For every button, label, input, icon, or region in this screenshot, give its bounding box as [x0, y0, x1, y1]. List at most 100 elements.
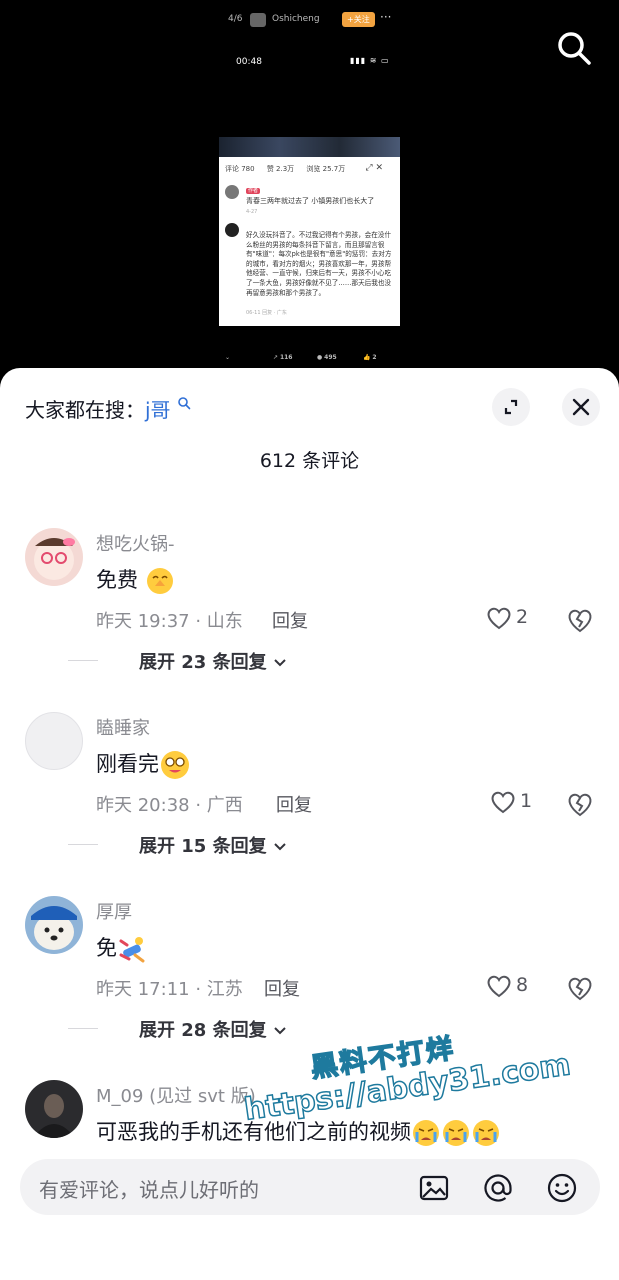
comment-input-placeholder: 有爱评论，说点儿好听的 [39, 1178, 259, 1202]
expand-replies-label: 展开 28 条回复 [139, 1020, 267, 1041]
search-hint-keyword[interactable]: j哥 [145, 398, 171, 422]
dizzy-face-emoji-icon [161, 751, 189, 779]
comment-item: 厚厚 免 昨天 17:11 · 江苏 回复 8 展开 28 条回复 [0, 896, 619, 1066]
comment-meta: 昨天 19:37 · 山东 [96, 611, 243, 632]
follow-button: +关注 [342, 12, 375, 27]
like-button[interactable]: 8 [486, 972, 546, 1002]
search-icon [178, 397, 191, 410]
expand-replies-label: 展开 15 条回复 [139, 836, 267, 857]
divider [68, 1028, 98, 1029]
comment-input[interactable]: 有爱评论，说点儿好听的 [20, 1159, 600, 1215]
avatar[interactable] [25, 528, 83, 586]
embedded-comment-1-date: 4-27 [246, 209, 258, 215]
dislike-button[interactable] [566, 974, 594, 1002]
crying-emoji-icon [443, 1120, 469, 1146]
emoji-button[interactable] [546, 1172, 578, 1204]
dislike-button[interactable] [566, 606, 594, 634]
embedded-comment-count: ● 495 [317, 354, 337, 361]
embedded-close-icon: ⤢ ✕ [365, 163, 383, 173]
embedded-comment-card: 评论 780 赞 2.3万 浏览 25.7万 ⤢ ✕ 作者 青春三两年就过去了 … [219, 157, 400, 326]
image-button[interactable] [418, 1172, 450, 1204]
embedded-comment-1: 作者 青春三两年就过去了 小镇男孩们也长大了 4-27 [246, 185, 396, 217]
expand-replies-button[interactable]: 展开 23 条回复 [68, 648, 287, 674]
embedded-tab-comments: 评论 780 [225, 165, 255, 173]
more-icon: ··· [380, 10, 392, 24]
like-count: 8 [516, 974, 529, 996]
heart-icon [487, 607, 511, 630]
dislike-button[interactable] [566, 790, 594, 818]
chevron-down-icon [274, 659, 286, 667]
video-player[interactable]: 4/6 Oshicheng +关注 ··· 00:48 ▮▮▮ ≋ ▭ 评论 7… [0, 0, 619, 380]
comment-count-title: 612 条评论 [259, 450, 360, 472]
embedded-comment-2-foot: 06-11 回复 · 广东 [246, 310, 287, 316]
comment-meta: 昨天 20:38 · 广西 [96, 795, 243, 816]
expand-replies-button[interactable]: 展开 28 条回复 [68, 1016, 287, 1042]
photo-index: 4/6 [228, 14, 243, 24]
comment-text: 免费 [96, 564, 175, 596]
running-emoji-icon [119, 937, 145, 963]
embedded-tab-likes: 赞 2.3万 [266, 165, 295, 173]
embedded-avatar-2 [225, 223, 239, 237]
author-username: Oshicheng [272, 14, 320, 24]
like-button[interactable]: 2 [486, 604, 546, 634]
expand-replies-button[interactable]: 展开 15 条回复 [68, 832, 287, 858]
search-hint-prefix: 大家都在搜： [25, 398, 145, 422]
embedded-tab-views: 浏览 25.7万 [306, 165, 346, 173]
broken-heart-icon [568, 609, 592, 633]
pray-emoji-icon [146, 568, 173, 594]
crying-emoji-icon [413, 1120, 439, 1146]
embedded-status-bar: 00:48 ▮▮▮ ≋ ▭ [220, 55, 400, 71]
comment-text: 可恶我的手机还有他们之前的视频 [96, 1116, 501, 1148]
comment-text: 刚看完 [96, 748, 191, 781]
expand-button[interactable] [492, 388, 530, 426]
broken-heart-icon [568, 977, 592, 1001]
reply-button[interactable]: 回复 [276, 791, 312, 817]
reply-button[interactable]: 回复 [264, 975, 300, 1001]
broken-heart-icon [568, 793, 592, 817]
embedded-like-count: 👍 2 [363, 354, 377, 361]
avatar[interactable] [25, 712, 83, 770]
crying-emoji-icon [473, 1120, 499, 1146]
comment-text: 免 [96, 932, 149, 965]
embedded-card-header: 评论 780 赞 2.3万 浏览 25.7万 ⤢ ✕ [225, 163, 395, 174]
comment-meta: 昨天 17:11 · 江苏 [96, 979, 243, 1000]
search-icon [558, 32, 591, 65]
comment-username[interactable]: 瞌睡家 [96, 714, 150, 740]
close-button[interactable] [562, 388, 600, 426]
divider [68, 844, 98, 845]
expand-icon [504, 399, 518, 415]
at-icon [484, 1174, 512, 1202]
heart-icon [487, 975, 511, 998]
embedded-phone-topbar: 4/6 Oshicheng +关注 ··· [220, 10, 400, 30]
reply-button[interactable]: 回复 [272, 607, 308, 633]
mention-button[interactable] [482, 1172, 514, 1204]
expand-replies-label: 展开 23 条回复 [139, 652, 267, 673]
avatar[interactable] [25, 896, 83, 954]
embedded-bottom-bar: ⌄ ↗ 116 ● 495 👍 2 [219, 348, 400, 366]
search-button[interactable] [554, 28, 594, 68]
image-icon [419, 1175, 449, 1201]
embedded-share-count: ↗ 116 [273, 354, 293, 361]
embedded-photo-strip [219, 137, 400, 157]
status-time: 00:48 [236, 57, 262, 67]
author-tag: 作者 [246, 188, 261, 194]
chevron-down-icon [274, 1027, 286, 1035]
heart-icon [491, 791, 515, 814]
comment-username[interactable]: 厚厚 [96, 898, 132, 924]
comment-item: 想吃火锅- 免费 昨天 19:37 · 山东 回复 2 展开 23 条回复 [0, 528, 619, 698]
chevron-down-icon [274, 843, 286, 851]
like-button[interactable]: 1 [490, 788, 550, 818]
close-icon [572, 398, 590, 416]
trending-search-hint[interactable]: 大家都在搜：j哥 [25, 394, 191, 423]
embedded-avatar [225, 185, 239, 199]
comment-username[interactable]: 想吃火锅- [96, 530, 175, 556]
divider [68, 660, 98, 661]
embedded-chevron-icon: ⌄ [225, 354, 231, 361]
like-count: 2 [516, 606, 529, 628]
comment-username[interactable]: M_09 (见过 svt 版) [96, 1082, 256, 1108]
avatar[interactable] [25, 1080, 83, 1138]
signal-icon: ▮▮▮ ≋ ▭ [350, 56, 390, 65]
like-count: 1 [520, 790, 533, 812]
emoji-icon [547, 1173, 577, 1203]
embedded-comment-1-text: 青春三两年就过去了 小镇男孩们也长大了 [246, 197, 375, 205]
